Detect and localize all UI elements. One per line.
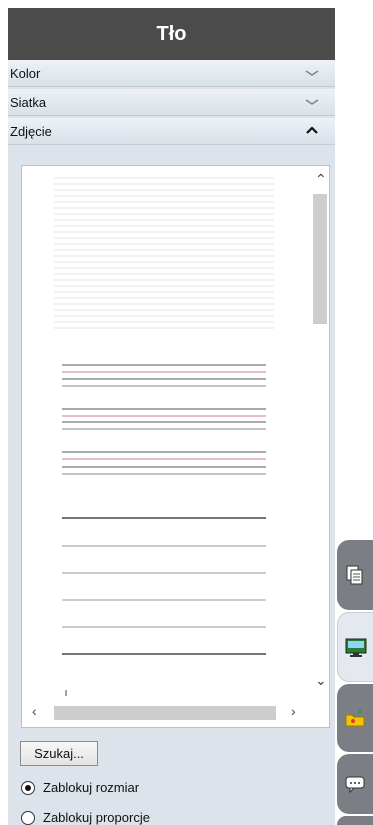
section-color-label: Kolor xyxy=(10,65,41,81)
horizontal-scroll-thumb[interactable] xyxy=(54,706,276,720)
scroll-left-icon[interactable]: ‹ xyxy=(32,703,37,719)
tab-comments[interactable] xyxy=(337,754,373,814)
lock-proportions-label: Zablokuj proporcje xyxy=(43,810,150,825)
vertical-scroll-thumb[interactable] xyxy=(313,194,327,324)
lock-proportions-option[interactable]: Zablokuj proporcje xyxy=(21,810,150,825)
chevron-down-icon xyxy=(305,70,319,76)
background-panel: Tło Kolor Siatka Zdjęcie ⌃ ⌄ ‹ › Szukaj.… xyxy=(8,8,335,825)
image-gallery-list[interactable]: ⌃ ⌄ ‹ › xyxy=(21,165,330,728)
scroll-right-icon[interactable]: › xyxy=(291,703,296,719)
radio-selected-icon[interactable] xyxy=(21,780,35,795)
comment-icon xyxy=(345,776,365,794)
horizontal-scrollbar[interactable]: ‹ › xyxy=(28,702,311,724)
section-image-header[interactable]: Zdjęcie xyxy=(8,118,335,145)
vertical-scrollbar[interactable]: ⌃ ⌄ xyxy=(311,171,329,694)
tab-gallery[interactable] xyxy=(337,684,373,752)
chevron-up-icon xyxy=(306,126,318,134)
tab-pages[interactable] xyxy=(337,540,373,610)
panel-title: Tło xyxy=(8,8,335,60)
scroll-up-icon[interactable]: ⌃ xyxy=(315,171,327,188)
tab-more[interactable] xyxy=(337,816,373,825)
tab-background[interactable] xyxy=(337,612,373,682)
section-grid-header[interactable]: Siatka xyxy=(8,89,335,116)
section-grid-label: Siatka xyxy=(10,94,47,110)
section-image-label: Zdjęcie xyxy=(10,123,52,139)
background-icon xyxy=(345,638,366,657)
chevron-down-icon xyxy=(305,99,319,105)
lock-size-label: Zablokuj rozmiar xyxy=(43,780,140,795)
section-color-header[interactable]: Kolor xyxy=(8,60,335,87)
lock-size-option[interactable]: Zablokuj rozmiar xyxy=(21,780,139,795)
search-button[interactable]: Szukaj... xyxy=(20,741,98,766)
pages-icon xyxy=(346,565,363,585)
scroll-down-icon[interactable]: ⌄ xyxy=(315,672,327,689)
radio-unselected-icon[interactable] xyxy=(21,810,35,825)
gallery-icon xyxy=(345,709,365,727)
background-thumbnails[interactable] xyxy=(22,166,310,701)
